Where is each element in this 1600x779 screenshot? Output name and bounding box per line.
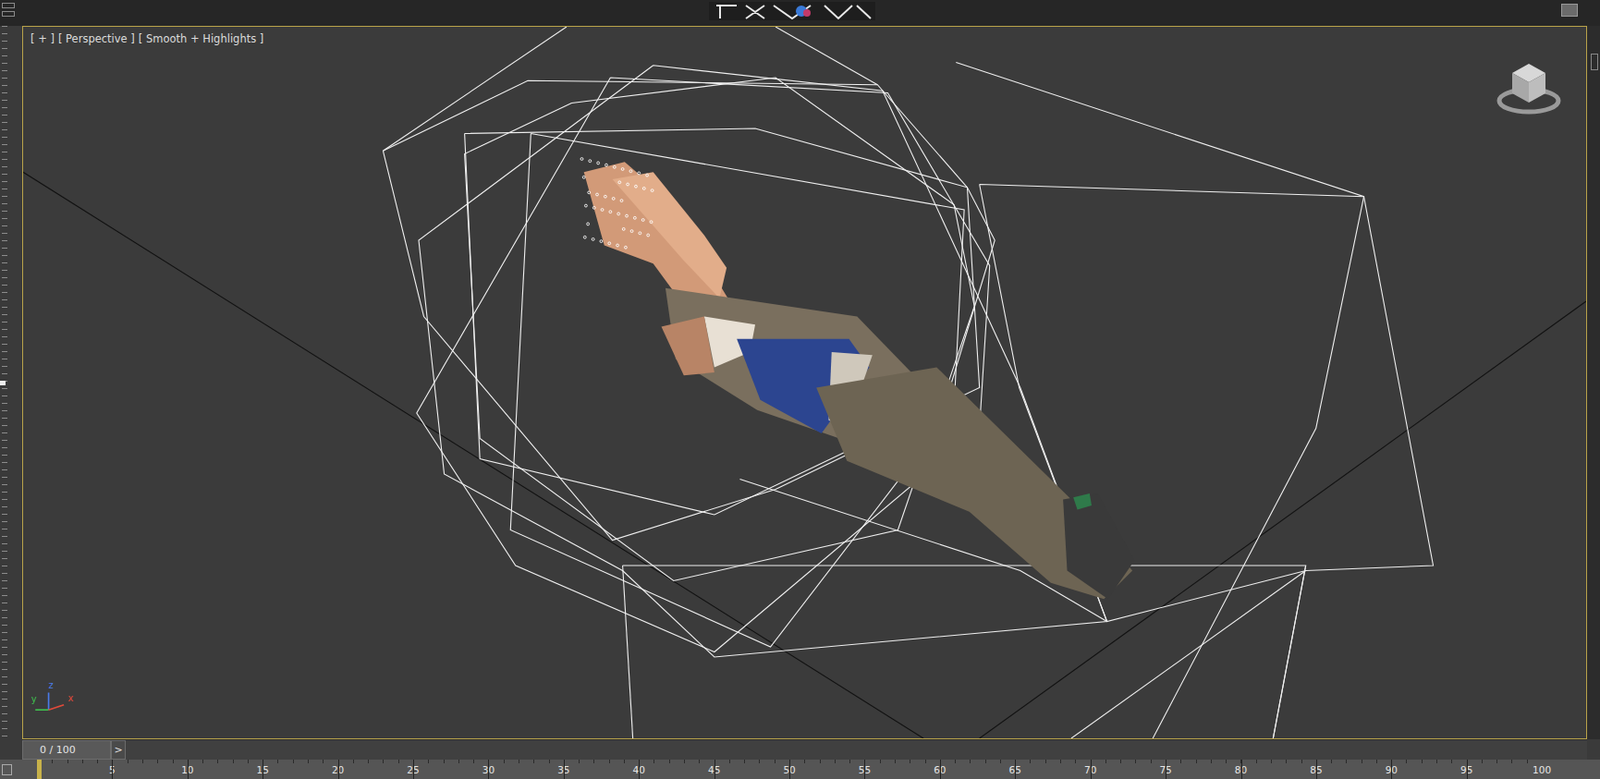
ruler-segment: 35 [488, 759, 563, 779]
axis-line [48, 705, 65, 711]
ruler-segment: 75 [1090, 759, 1166, 779]
time-slider[interactable]: 0 / 100> [0, 739, 1600, 760]
axis-line [35, 708, 49, 711]
logo-icon [708, 0, 876, 21]
track-ruler[interactable]: 5101520253035404550556065707580859095100 [36, 759, 1542, 779]
axis-label: z [48, 680, 54, 691]
viewport-menu-label[interactable]: [ Smooth + Highlights ] [138, 31, 265, 47]
ruler-segment: 60 [864, 759, 940, 779]
ruler-segment: 70 [1014, 759, 1090, 779]
ruler-segment: 10 [111, 759, 187, 779]
ruler-segment: 40 [563, 759, 639, 779]
axis-label: x [68, 693, 74, 704]
ruler-segment: 30 [413, 759, 489, 779]
ruler-segment: 80 [1165, 759, 1241, 779]
ruler-segment: 15 [187, 759, 263, 779]
ruler-segment: 85 [1241, 759, 1317, 779]
frame-reading[interactable]: 0 / 100 [22, 740, 111, 760]
menu-icon[interactable] [0, 0, 23, 26]
right-strip [1587, 25, 1600, 740]
ruler-segment: 45 [638, 759, 714, 779]
mini-curve-icon[interactable] [1, 764, 13, 776]
ruler-segment: 65 [940, 759, 1015, 779]
viewcube-icon[interactable] [1491, 54, 1566, 120]
ruler-segment: 95 [1391, 759, 1466, 779]
axis-tripod: zy x [31, 680, 74, 710]
track-bar[interactable]: 5101520253035404550556065707580859095100 [0, 759, 1600, 779]
scene-canvas[interactable]: zy x [23, 26, 1587, 739]
title-bar [0, 0, 1600, 26]
viewport-menu-label[interactable]: [ Perspective ] [58, 31, 135, 47]
current-frame-marker[interactable] [36, 759, 42, 779]
ruler-segment: 90 [1316, 759, 1392, 779]
time-slider-thumb[interactable]: 0 / 100> [22, 740, 126, 760]
ruler-segment: 20 [262, 759, 338, 779]
viewport-menu-label[interactable]: [ + ] [30, 31, 55, 47]
ruler-segment: 55 [789, 759, 865, 779]
axis-line [48, 693, 50, 711]
command-strip [0, 25, 23, 740]
ruler-segment: 25 [338, 759, 414, 779]
ruler-segment: 50 [714, 759, 790, 779]
time-slider-track[interactable]: 0 / 100> [22, 739, 1588, 760]
window-button[interactable] [1561, 3, 1578, 17]
axis-label: y [31, 695, 37, 706]
ruler-segment: 5 [36, 759, 112, 779]
character-model[interactable] [580, 158, 1135, 600]
next-frame-button[interactable]: > [110, 740, 126, 760]
frame-tick: 100 [1532, 763, 1552, 777]
viewport-label[interactable]: [ + ][ Perspective ][ Smooth + Highlight… [28, 30, 266, 48]
perspective-viewport[interactable]: zy x [ + ][ Perspective ][ Smooth + Highl… [22, 25, 1588, 740]
ruler-segment: 100 [1466, 759, 1542, 779]
